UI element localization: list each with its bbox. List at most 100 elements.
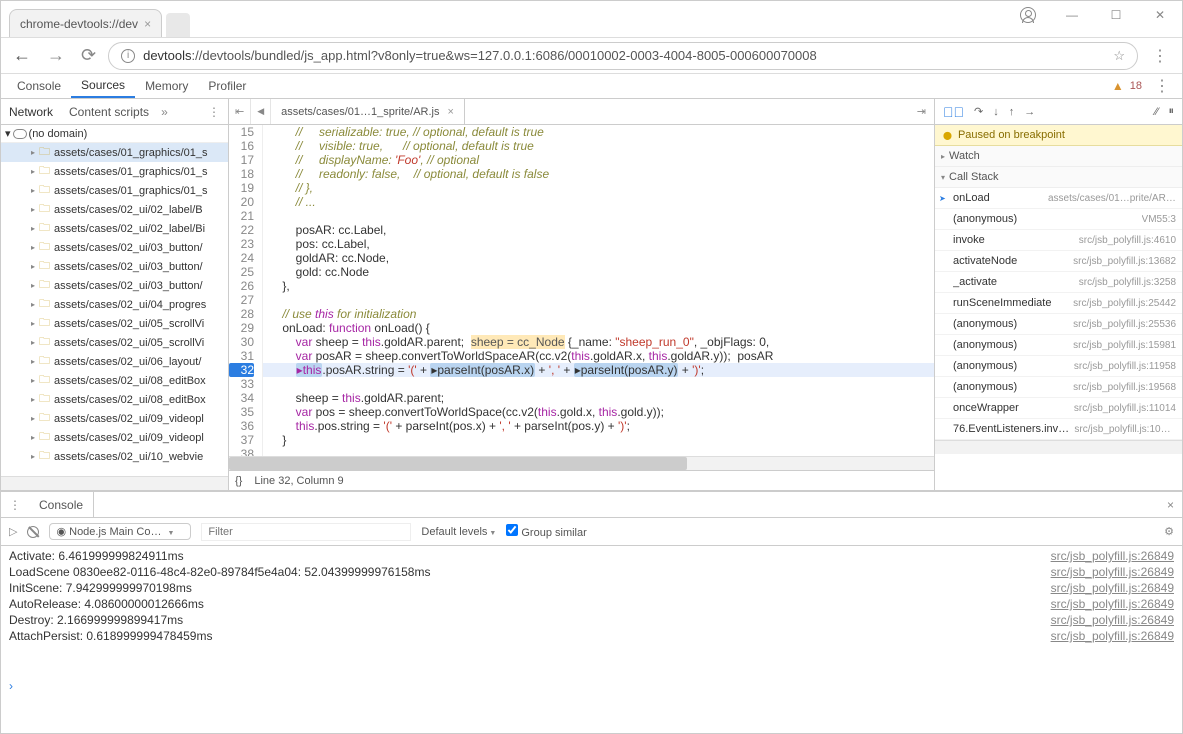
line-number[interactable]: 35 — [229, 405, 254, 419]
line-number[interactable]: 23 — [229, 237, 254, 251]
console-eye-icon[interactable]: ▷ — [9, 525, 17, 538]
step-into-icon[interactable]: ↓ — [993, 106, 999, 118]
tree-item[interactable]: ▸ 🗀 assets/cases/02_ui/09_videopl — [1, 409, 228, 428]
line-number[interactable]: 20 — [229, 195, 254, 209]
line-number[interactable]: 27 — [229, 293, 254, 307]
tree-item[interactable]: ▸ 🗀 assets/cases/02_ui/04_progres — [1, 295, 228, 314]
stack-frame[interactable]: (anonymous)src/jsb_polyfill.js:15981 — [935, 335, 1182, 356]
star-icon[interactable]: ☆ — [1113, 48, 1125, 64]
code-status-braces[interactable]: {} — [235, 475, 242, 487]
code-line[interactable]: // readonly: false, // optional, default… — [263, 167, 934, 181]
drawer-menu-icon[interactable]: ⋮ — [9, 498, 21, 512]
code-lines[interactable]: // serializable: true, // optional, defa… — [263, 125, 934, 456]
show-debugger-icon[interactable]: ⇥ — [909, 105, 934, 118]
browser-menu-icon[interactable]: ⋮ — [1146, 46, 1174, 66]
code-line[interactable]: // displayName: 'Foo', // optional — [263, 153, 934, 167]
hide-navigator-icon[interactable]: ⇤ — [229, 99, 251, 124]
stack-loc[interactable]: src/jsb_polyfill.js:4610 — [1079, 235, 1176, 246]
code-line[interactable]: gold: cc.Node — [263, 265, 934, 279]
warning-icon[interactable]: ▲ — [1112, 79, 1124, 93]
section-call-stack[interactable]: Call Stack — [935, 167, 1182, 188]
stack-frame[interactable]: onceWrappersrc/jsb_polyfill.js:11014 — [935, 398, 1182, 419]
line-number[interactable]: 17 — [229, 153, 254, 167]
line-number[interactable]: 28 — [229, 307, 254, 321]
code-line[interactable]: pos: cc.Label, — [263, 237, 934, 251]
line-number[interactable]: 32 — [229, 363, 254, 377]
left-scrollbar-h[interactable] — [1, 476, 228, 490]
code-line[interactable]: // use this for initialization — [263, 307, 934, 321]
file-tree[interactable]: ▾ (no domain) ▸ 🗀 assets/cases/01_graphi… — [1, 125, 228, 476]
tab-sources[interactable]: Sources — [71, 74, 135, 98]
line-number[interactable]: 29 — [229, 321, 254, 335]
console-row[interactable]: Activate: 6.461999999824911mssrc/jsb_pol… — [1, 548, 1182, 564]
console-source-link[interactable]: src/jsb_polyfill.js:26849 — [1051, 613, 1174, 627]
code-scrollbar-h[interactable] — [229, 456, 934, 470]
stack-loc[interactable]: src/jsb_polyfill.js:25442 — [1073, 298, 1176, 309]
prev-file-icon[interactable]: ◀ — [251, 99, 271, 124]
nav-back-icon[interactable]: ← — [9, 45, 35, 66]
close-window-button[interactable]: ✕ — [1138, 1, 1182, 29]
line-number[interactable]: 36 — [229, 419, 254, 433]
console-source-link[interactable]: src/jsb_polyfill.js:26849 — [1051, 549, 1174, 563]
url-field[interactable]: i devtools://devtools/bundled/js_app.htm… — [108, 42, 1138, 70]
tree-item[interactable]: ▸ 🗀 assets/cases/02_ui/08_editBox — [1, 371, 228, 390]
tree-item[interactable]: ▸ 🗀 assets/cases/01_graphics/01_s — [1, 143, 228, 162]
stack-frame[interactable]: onLoadassets/cases/01…prite/AR.js:32 — [935, 188, 1182, 209]
line-number[interactable]: 38 — [229, 447, 254, 456]
line-number[interactable]: 18 — [229, 167, 254, 181]
navigator-more-tabs[interactable]: » — [161, 105, 168, 119]
line-number[interactable]: 16 — [229, 139, 254, 153]
code-line[interactable]: // visible: true, // optional, default i… — [263, 139, 934, 153]
pause-on-exceptions-icon[interactable]: ⏸ — [1169, 105, 1175, 118]
levels-dropdown[interactable]: Default levels — [421, 526, 496, 538]
code-line[interactable]: var pos = sheep.convertToWorldSpace(cc.v… — [263, 405, 934, 419]
drawer-tab-console[interactable]: Console — [29, 492, 94, 517]
tree-item[interactable]: ▸ 🗀 assets/cases/02_ui/02_label/B — [1, 200, 228, 219]
console-row[interactable]: AutoRelease: 4.08600000012666mssrc/jsb_p… — [1, 596, 1182, 612]
code-line[interactable]: // ... — [263, 195, 934, 209]
devtools-menu-icon[interactable]: ⋮ — [1148, 76, 1176, 96]
section-watch[interactable]: Watch — [935, 146, 1182, 167]
stack-frame[interactable]: (anonymous)src/jsb_polyfill.js:11958 — [935, 356, 1182, 377]
tree-item[interactable]: ▸ 🗀 assets/cases/02_ui/09_videopl — [1, 428, 228, 447]
line-number[interactable]: 26 — [229, 279, 254, 293]
deactivate-breakpoints-icon[interactable]: ⁄⁄ — [1155, 106, 1159, 118]
console-source-link[interactable]: src/jsb_polyfill.js:26849 — [1051, 629, 1174, 643]
close-file-icon[interactable]: × — [448, 106, 454, 118]
context-selector[interactable]: ◉ Node.js Main Co… — [49, 523, 191, 540]
stack-loc[interactable]: src/jsb_polyfill.js:10859 — [1074, 424, 1176, 435]
line-number[interactable]: 25 — [229, 265, 254, 279]
inactive-tab[interactable] — [166, 13, 190, 37]
stack-frame[interactable]: (anonymous)src/jsb_polyfill.js:19568 — [935, 377, 1182, 398]
code-area[interactable]: 1516171819202122232425262728293031323334… — [229, 125, 934, 456]
close-tab-icon[interactable]: × — [144, 17, 151, 31]
code-line[interactable]: var posAR = sheep.convertToWorldSpaceAR(… — [263, 349, 934, 363]
code-line[interactable]: goldAR: cc.Node, — [263, 251, 934, 265]
navigator-options-icon[interactable]: ⋮ — [208, 105, 220, 119]
right-scrollbar-h[interactable] — [935, 440, 1182, 454]
tree-item[interactable]: ▸ 🗀 assets/cases/02_ui/05_scrollVi — [1, 314, 228, 333]
step-over-icon[interactable]: ↷ — [974, 105, 983, 118]
console-filter-input[interactable] — [201, 523, 411, 541]
stack-frame[interactable]: activateNodesrc/jsb_polyfill.js:13682 — [935, 251, 1182, 272]
minimize-button[interactable]: — — [1050, 1, 1094, 29]
console-source-link[interactable]: src/jsb_polyfill.js:26849 — [1051, 565, 1174, 579]
stack-loc[interactable]: src/jsb_polyfill.js:15981 — [1073, 340, 1176, 351]
stack-frame[interactable]: invokesrc/jsb_polyfill.js:4610 — [935, 230, 1182, 251]
step-out-icon[interactable]: ↑ — [1009, 106, 1015, 118]
stack-loc[interactable]: src/jsb_polyfill.js:11958 — [1074, 361, 1176, 372]
line-number[interactable]: 33 — [229, 377, 254, 391]
line-number[interactable]: 15 — [229, 125, 254, 139]
site-info-icon[interactable]: i — [121, 49, 135, 63]
line-number[interactable]: 31 — [229, 349, 254, 363]
console-row[interactable]: Destroy: 2.166999999899417mssrc/jsb_poly… — [1, 612, 1182, 628]
resume-icon[interactable]: ▶⃓ — [943, 104, 964, 120]
tree-item[interactable]: ▸ 🗀 assets/cases/02_ui/03_button/ — [1, 257, 228, 276]
tree-item[interactable]: ▸ 🗀 assets/cases/01_graphics/01_s — [1, 162, 228, 181]
code-line[interactable] — [263, 209, 934, 223]
stack-loc[interactable]: src/jsb_polyfill.js:25536 — [1073, 319, 1176, 330]
stack-frame[interactable]: 76.EventListeners.invokesrc/jsb_polyfill… — [935, 419, 1182, 440]
console-output[interactable]: Activate: 6.461999999824911mssrc/jsb_pol… — [1, 546, 1182, 677]
code-line[interactable] — [263, 377, 934, 391]
tab-console[interactable]: Console — [7, 74, 71, 98]
